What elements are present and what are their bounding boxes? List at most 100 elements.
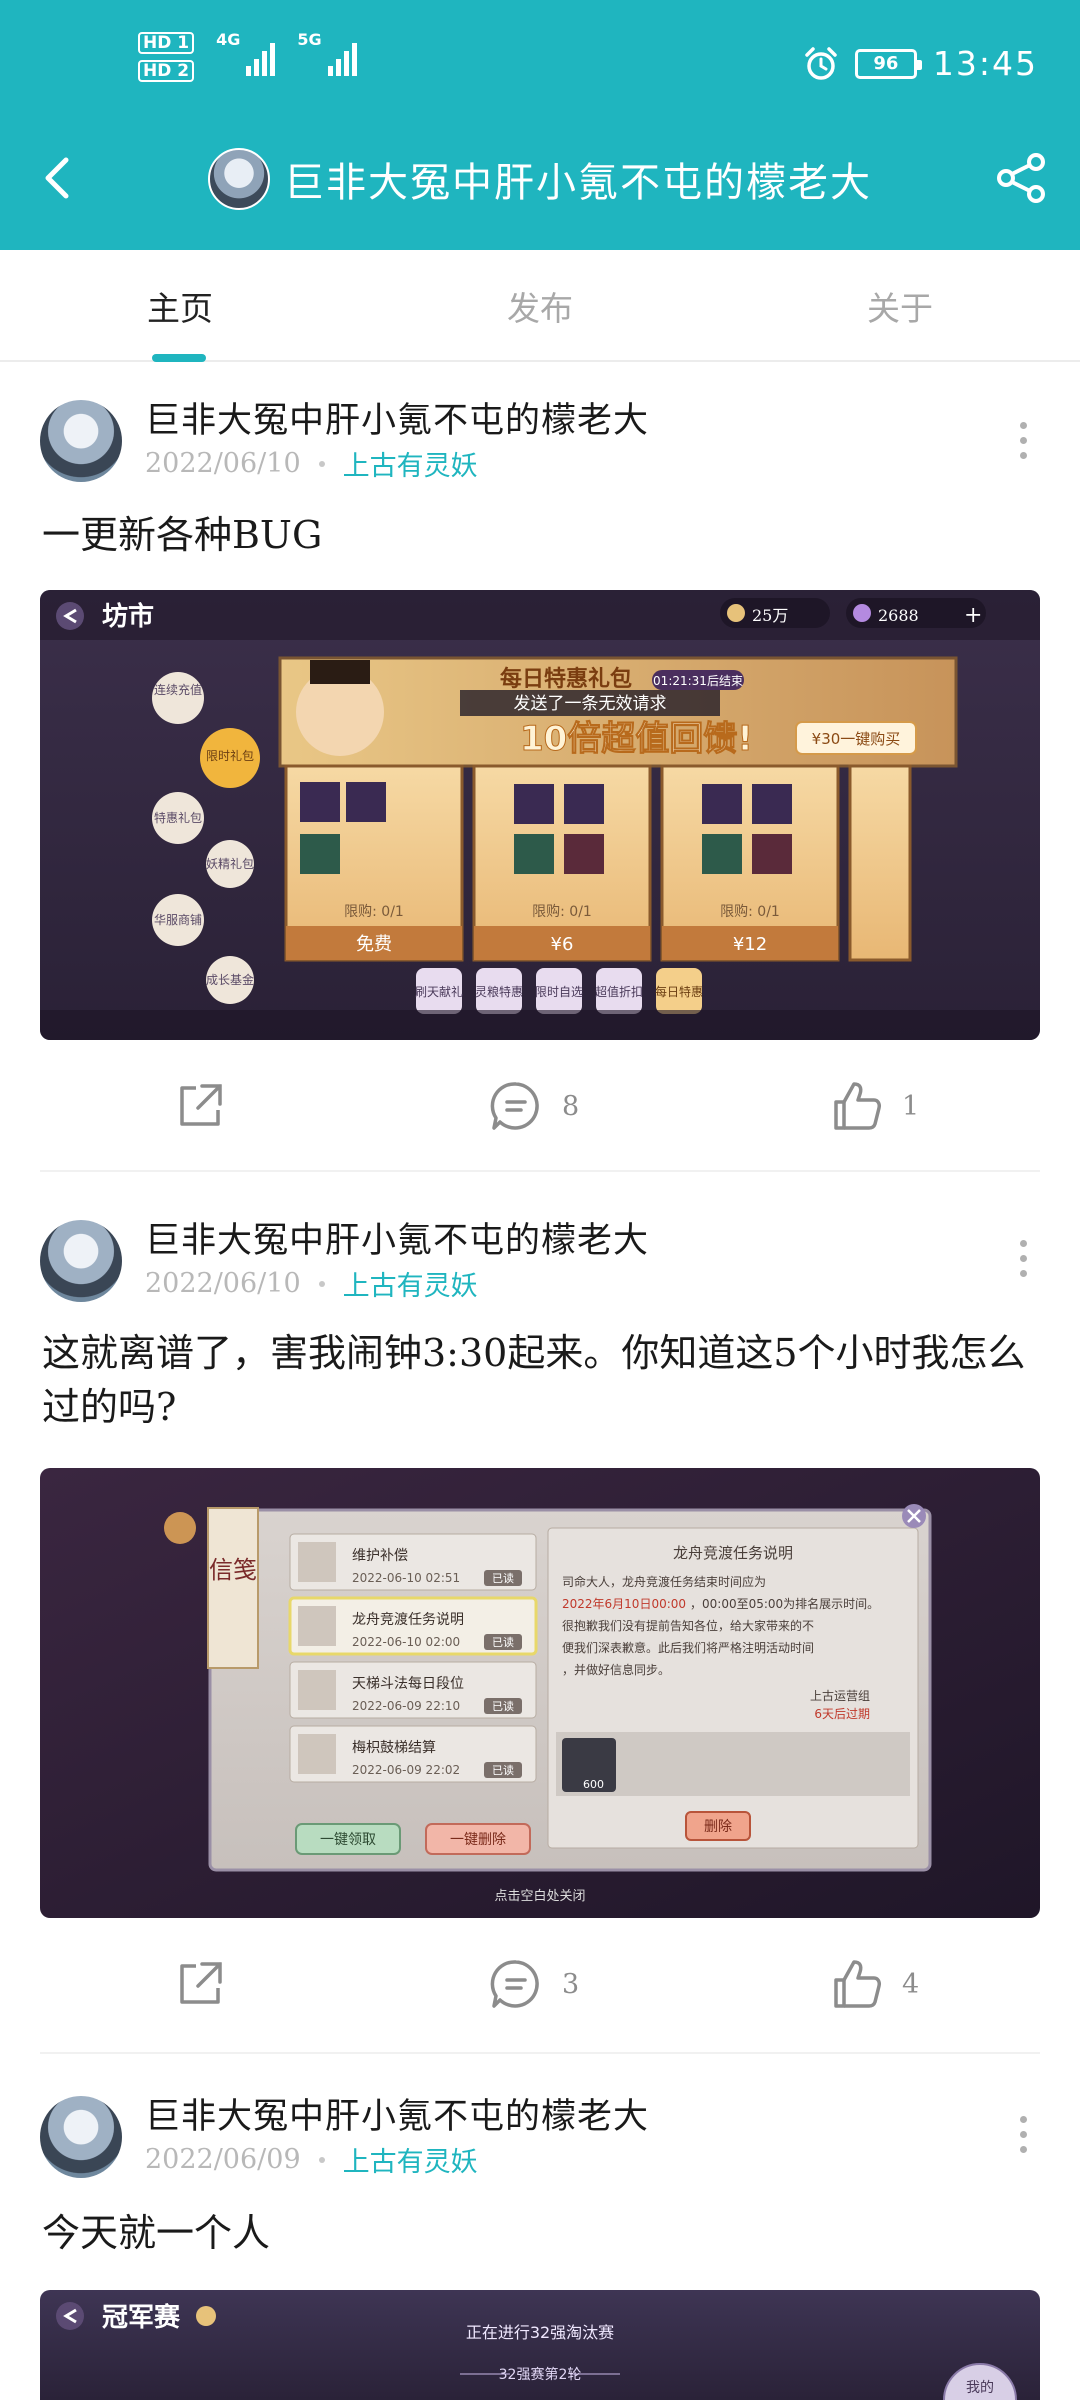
card-limit: 限购: 0/1 xyxy=(532,904,592,920)
avatar[interactable] xyxy=(40,1220,122,1302)
battery-level: 96 xyxy=(873,53,899,74)
post-image[interactable]: 信笺 维护补偿 2022-06-10 02:51 已读 龙舟竞渡任务说明 202… xyxy=(40,1468,1040,1918)
comment-count: 8 xyxy=(562,1090,580,1122)
post-image[interactable]: 冠军赛 正在进行32强淘汰赛 32强赛第2轮 我的 xyxy=(40,2290,1040,2400)
mail-detail-body: 司命大人，龙舟竞渡任务结束时间应为 xyxy=(562,1574,766,1589)
post-card[interactable]: 巨非大冤中肝小氪不屯的檬老大 2022/06/10 上古有灵妖 这就离谱了，害我… xyxy=(0,1176,1080,2056)
mail-detail-body: 很抱歉我们没有提前告知各位，给大家带来的不 xyxy=(562,1618,814,1633)
mail-status: 已读 xyxy=(492,1699,514,1713)
mail-title: 龙舟竞渡任务说明 xyxy=(352,1611,464,1628)
network-type-2: 5G xyxy=(297,30,322,49)
post-date: 2022/06/10 xyxy=(145,448,301,479)
side-menu-item: 连续充值 xyxy=(154,682,202,697)
shop-bottom-tabs: 刷天献礼 灵粮特惠 限时自选 超值折扣 每日特惠 xyxy=(415,968,703,1014)
tab-indicator xyxy=(152,354,206,362)
mail-title: 梅枳鼓梯结算 xyxy=(352,1740,436,1756)
separator-dot xyxy=(318,1280,325,1287)
avatar[interactable] xyxy=(40,2096,122,2178)
mail-detail-body: ，00:00至05:00为排名展示时间。 xyxy=(690,1596,879,1611)
post-board[interactable]: 上古有灵妖 xyxy=(343,2140,478,2179)
game-screenshot-shop: 坊市 25万 2688 + 连续充值 限时礼包 特惠礼包 妖精礼包 华服商铺 成… xyxy=(40,590,1040,1040)
hd-badge-2: HD 2 xyxy=(138,60,195,82)
signal-icon: 4G xyxy=(216,32,276,76)
comment-icon xyxy=(490,1082,539,1130)
shop-tab: 刷天献礼 xyxy=(415,984,463,999)
mail-sender: 上古运营组 xyxy=(810,1688,870,1703)
thumbs-up-icon xyxy=(834,1960,881,2008)
mail-date: 2022-06-10 02:00 xyxy=(352,1635,460,1649)
side-menu-item: 特惠礼包 xyxy=(154,810,202,825)
status-bar: HD 1 HD 2 4G 5G 96 13:45 xyxy=(0,0,1080,130)
mail-window-title: 信笺 xyxy=(209,1556,257,1584)
post-actions: 3 4 xyxy=(0,1956,1080,2026)
post-text: 一更新各种BUG xyxy=(42,513,323,557)
mail-title: 天梯斗法每日段位 xyxy=(352,1676,464,1692)
card-limit: 限购: 0/1 xyxy=(344,904,404,920)
tab-about[interactable]: 关于 xyxy=(800,282,1000,330)
avatar[interactable] xyxy=(208,148,270,210)
post-image[interactable]: 坊市 25万 2688 + 连续充值 限时礼包 特惠礼包 妖精礼包 华服商铺 成… xyxy=(40,590,1040,1040)
share-button[interactable] xyxy=(172,1956,228,2012)
separator-dot xyxy=(318,460,325,467)
mail-title: 维护补偿 xyxy=(352,1548,408,1564)
gift-card: 限购: 0/1 ¥6 xyxy=(472,764,652,962)
tab-posts[interactable]: 发布 xyxy=(440,282,640,330)
shop-title: 坊市 xyxy=(102,601,154,632)
mail-detail-body: 便我们深表歉意。此后我们将严格注明活动时间 xyxy=(562,1640,814,1655)
comment-button[interactable]: 3 xyxy=(488,1956,579,2012)
mail-expire: 6天后过期 xyxy=(814,1707,870,1721)
gift-card: 限购: 0/1 免费 xyxy=(284,764,464,962)
post-author[interactable]: 巨非大冤中肝小氪不屯的檬老大 xyxy=(145,392,649,443)
bundle-button: ¥30一键购买 xyxy=(812,730,901,748)
tab-home[interactable]: 主页 xyxy=(80,282,280,330)
shop-tab: 超值折扣 xyxy=(595,984,643,999)
svg-text:+: + xyxy=(964,603,982,628)
post-author[interactable]: 巨非大冤中肝小氪不屯的檬老大 xyxy=(145,1212,649,1263)
page-title: 巨非大冤中肝小氪不屯的檬老大 xyxy=(284,160,872,206)
network-indicators: HD 1 HD 2 4G 5G xyxy=(138,32,357,82)
claim-all-button: 一键领取 xyxy=(320,1832,376,1848)
share-button[interactable] xyxy=(172,1078,228,1134)
side-menu-item: 成长基金 xyxy=(206,972,254,987)
mail-date: 2022-06-09 22:02 xyxy=(352,1763,460,1777)
tournament-progress: 正在进行32强淘汰赛 xyxy=(466,2323,614,2342)
comment-count: 3 xyxy=(562,1968,580,2000)
post-board[interactable]: 上古有灵妖 xyxy=(343,1264,478,1303)
like-button[interactable]: 1 xyxy=(828,1078,919,1134)
more-icon[interactable] xyxy=(1020,1240,1028,1277)
like-count: 1 xyxy=(902,1090,920,1122)
battery-icon: 96 xyxy=(854,48,922,79)
mail-detail-title: 龙舟竞渡任务说明 xyxy=(673,1544,793,1562)
chevron-left-icon[interactable] xyxy=(32,148,82,208)
more-icon[interactable] xyxy=(1020,422,1028,459)
post-actions: 8 1 xyxy=(0,1078,1080,1148)
clock: 13:45 xyxy=(932,44,1038,83)
post-board[interactable]: 上古有灵妖 xyxy=(343,444,478,483)
post-card[interactable]: 巨非大冤中肝小氪不屯的檬老大 2022/06/10 上古有灵妖 一更新各种BUG xyxy=(0,362,1080,1172)
share-icon xyxy=(180,1962,222,2004)
avatar[interactable] xyxy=(40,400,122,482)
app-header: HD 1 HD 2 4G 5G 96 13:45 巨非大冤中肝小氪不屯的檬老大 xyxy=(0,0,1080,250)
more-icon[interactable] xyxy=(1020,2116,1028,2153)
delete-mail-button: 删除 xyxy=(704,1819,732,1835)
post-meta: 2022/06/09 上古有灵妖 xyxy=(145,2140,478,2179)
post-meta: 2022/06/10 上古有灵妖 xyxy=(145,444,478,483)
post-author[interactable]: 巨非大冤中肝小氪不屯的檬老大 xyxy=(145,2088,649,2139)
post-text: 这就离谱了，害我闹钟3:30起来。你知道这5个小时我怎么过的吗? xyxy=(42,1331,1026,1429)
comment-button[interactable]: 8 xyxy=(488,1078,579,1134)
share-icon[interactable] xyxy=(994,150,1050,206)
banner-big-text: 10倍超值回馈! xyxy=(520,719,753,759)
post-date: 2022/06/10 xyxy=(145,1268,301,1299)
mail-detail-highlight: 2022年6月10日00:00 xyxy=(562,1597,686,1611)
gift-card: 限购: 0/1 ¥12 xyxy=(660,764,840,962)
card-price: ¥12 xyxy=(733,934,767,955)
post-meta: 2022/06/10 上古有灵妖 xyxy=(145,1264,478,1303)
post-card[interactable]: 巨非大冤中肝小氪不屯的檬老大 2022/06/09 上古有灵妖 今天就一个人 冠… xyxy=(0,2054,1080,2400)
tournament-title: 冠军赛 xyxy=(102,2302,181,2333)
tournament-round: 32强赛第2轮 xyxy=(499,2366,582,2383)
mail-date: 2022-06-10 02:51 xyxy=(352,1571,460,1585)
comment-icon xyxy=(490,1960,539,2008)
side-menu-item: 华服商铺 xyxy=(154,912,202,927)
like-button[interactable]: 4 xyxy=(828,1956,919,2012)
profile-tabs: 主页 发布 关于 xyxy=(0,250,1080,362)
